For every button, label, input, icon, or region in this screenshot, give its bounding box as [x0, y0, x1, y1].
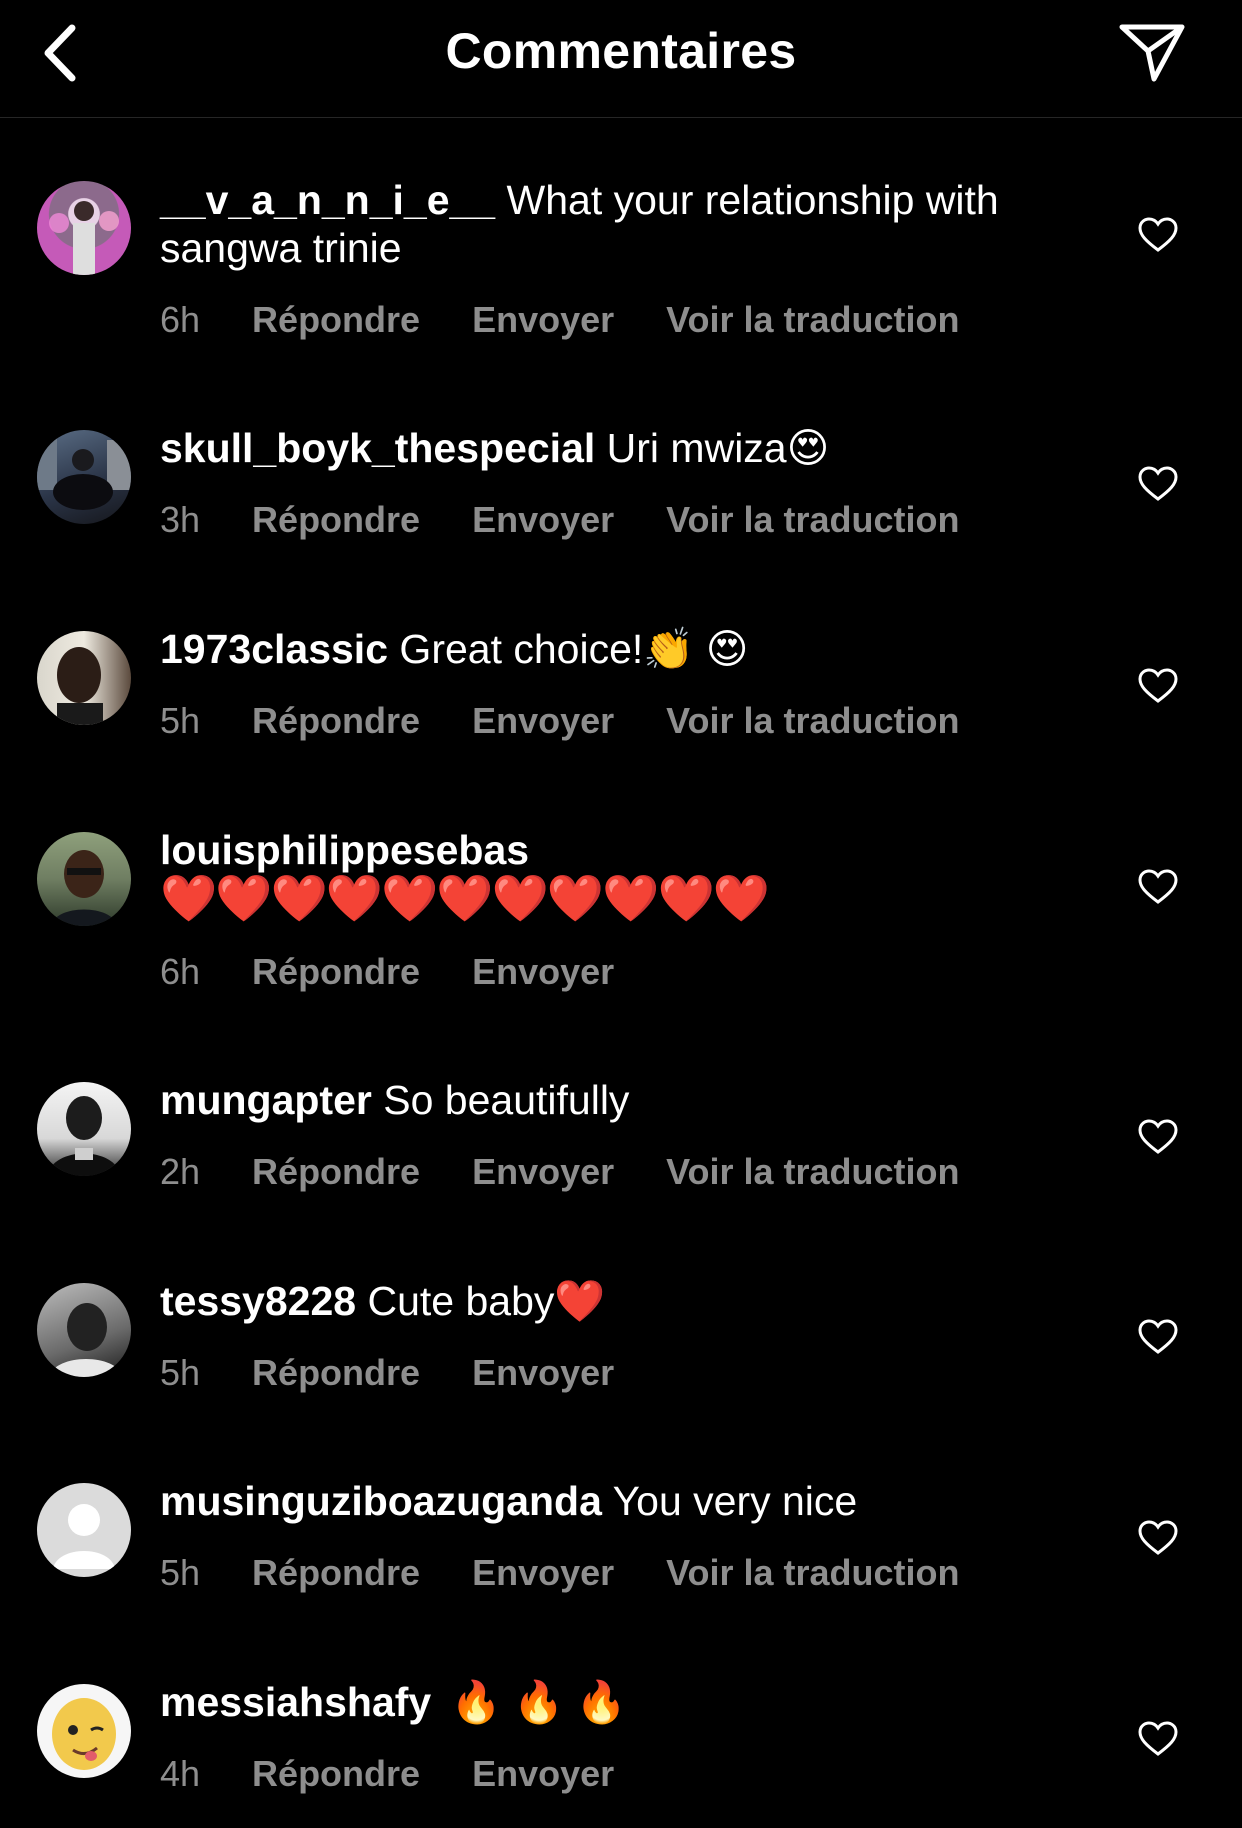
reply-button[interactable]: Répondre	[252, 299, 420, 341]
avatar[interactable]	[37, 1684, 131, 1778]
comment-username[interactable]: louisphilippesebas	[160, 827, 529, 873]
like-button[interactable]	[1132, 1111, 1184, 1163]
avatar[interactable]	[37, 1283, 131, 1377]
like-button[interactable]	[1132, 1512, 1184, 1564]
comment-actions: 5h Répondre Envoyer	[160, 1349, 666, 1397]
comment-time: 6h	[160, 299, 201, 340]
comment-username[interactable]: musinguziboazuganda	[160, 1478, 602, 1524]
comment-text: 🔥 🔥 🔥	[450, 1679, 627, 1725]
comment-username[interactable]: mungapter	[160, 1077, 372, 1123]
comment-time: 5h	[160, 700, 201, 741]
avatar[interactable]	[37, 832, 131, 926]
reply-button[interactable]: Répondre	[252, 1552, 420, 1594]
heart-outline-icon	[1138, 1119, 1178, 1154]
user-silhouette-icon	[53, 1504, 115, 1569]
send-button[interactable]: Envoyer	[472, 1552, 614, 1594]
translate-button[interactable]: Voir la traduction	[666, 299, 959, 341]
avatar-photo	[37, 430, 131, 510]
avatar-photo	[47, 1096, 121, 1176]
avatar-default[interactable]	[37, 1483, 131, 1577]
reply-button[interactable]: Répondre	[252, 951, 420, 993]
comment-time: 5h	[160, 1352, 201, 1393]
reply-button[interactable]: Répondre	[252, 1352, 420, 1394]
send-button[interactable]: Envoyer	[472, 1352, 614, 1394]
avatar-photo	[49, 201, 119, 275]
avatar[interactable]	[37, 430, 131, 524]
comment-text: Cute baby❤️	[367, 1278, 606, 1324]
heart-outline-icon	[1138, 1319, 1178, 1354]
send-button[interactable]: Envoyer	[472, 299, 614, 341]
memoji-avatar	[52, 1698, 116, 1770]
comment-username[interactable]: 1973classic	[160, 626, 388, 672]
header-bar: Commentaires	[0, 0, 1242, 118]
like-button[interactable]	[1132, 861, 1184, 913]
comment-actions: 5h Répondre Envoyer Voir la traduction	[160, 1549, 1012, 1597]
share-button[interactable]	[1112, 14, 1192, 90]
send-button[interactable]: Envoyer	[472, 1753, 614, 1795]
reply-button[interactable]: Répondre	[252, 1753, 420, 1795]
send-button[interactable]: Envoyer	[472, 951, 614, 993]
comment-actions: 2h Répondre Envoyer Voir la traduction	[160, 1148, 1012, 1196]
comment-username[interactable]: tessy8228	[160, 1278, 356, 1324]
comment-username[interactable]: messiahshafy	[160, 1679, 431, 1725]
comment-actions: 3h Répondre Envoyer Voir la traduction	[160, 496, 1012, 544]
translate-button[interactable]: Voir la traduction	[666, 499, 959, 541]
reply-button[interactable]: Répondre	[252, 1151, 420, 1193]
comment-actions: 5h Répondre Envoyer Voir la traduction	[160, 697, 1012, 745]
comment-text: So beautifully	[383, 1077, 630, 1123]
heart-outline-icon	[1138, 869, 1178, 904]
comment-time: 6h	[160, 951, 201, 992]
send-button[interactable]: Envoyer	[472, 700, 614, 742]
heart-outline-icon	[1138, 1721, 1178, 1756]
comment-text: ❤️❤️❤️❤️❤️❤️❤️❤️❤️❤️❤️	[160, 872, 770, 924]
comment-text: You very nice	[612, 1478, 858, 1524]
heart-outline-icon	[1138, 217, 1178, 252]
avatar[interactable]	[37, 631, 131, 725]
translate-button[interactable]: Voir la traduction	[666, 1151, 959, 1193]
avatar[interactable]	[37, 1082, 131, 1176]
comment-text: Uri mwiza😍	[606, 425, 830, 471]
like-button[interactable]	[1132, 1713, 1184, 1765]
paper-plane-icon	[1119, 24, 1185, 82]
avatar-photo	[57, 647, 103, 725]
comment-time: 3h	[160, 499, 201, 540]
reply-button[interactable]: Répondre	[252, 499, 420, 541]
translate-button[interactable]: Voir la traduction	[666, 700, 959, 742]
send-button[interactable]: Envoyer	[472, 499, 614, 541]
like-button[interactable]	[1132, 1311, 1184, 1363]
like-button[interactable]	[1132, 660, 1184, 712]
like-button[interactable]	[1132, 209, 1184, 261]
comment-actions: 6h Répondre Envoyer	[160, 948, 666, 996]
like-button[interactable]	[1132, 458, 1184, 510]
comment-actions: 6h Répondre Envoyer Voir la traduction	[160, 296, 1012, 344]
avatar-photo	[51, 850, 117, 926]
heart-outline-icon	[1138, 1520, 1178, 1555]
comment-time: 4h	[160, 1753, 201, 1794]
comment-time: 5h	[160, 1552, 201, 1593]
bottom-bar	[0, 1804, 1242, 1828]
avatar[interactable]	[37, 181, 131, 275]
comment-text: Great choice!👏 😍	[399, 626, 749, 672]
comment-username[interactable]: __v_a_n_n_i_e__	[160, 177, 495, 223]
page-title: Commentaires	[445, 23, 797, 79]
comment-time: 2h	[160, 1151, 201, 1192]
heart-outline-icon	[1138, 466, 1178, 501]
translate-button[interactable]: Voir la traduction	[666, 1552, 959, 1594]
send-button[interactable]: Envoyer	[472, 1151, 614, 1193]
heart-outline-icon	[1138, 668, 1178, 703]
avatar-photo	[49, 1303, 123, 1377]
comment-actions: 4h Répondre Envoyer	[160, 1750, 666, 1798]
comment-username[interactable]: skull_boyk_thespecial	[160, 425, 595, 471]
reply-button[interactable]: Répondre	[252, 700, 420, 742]
